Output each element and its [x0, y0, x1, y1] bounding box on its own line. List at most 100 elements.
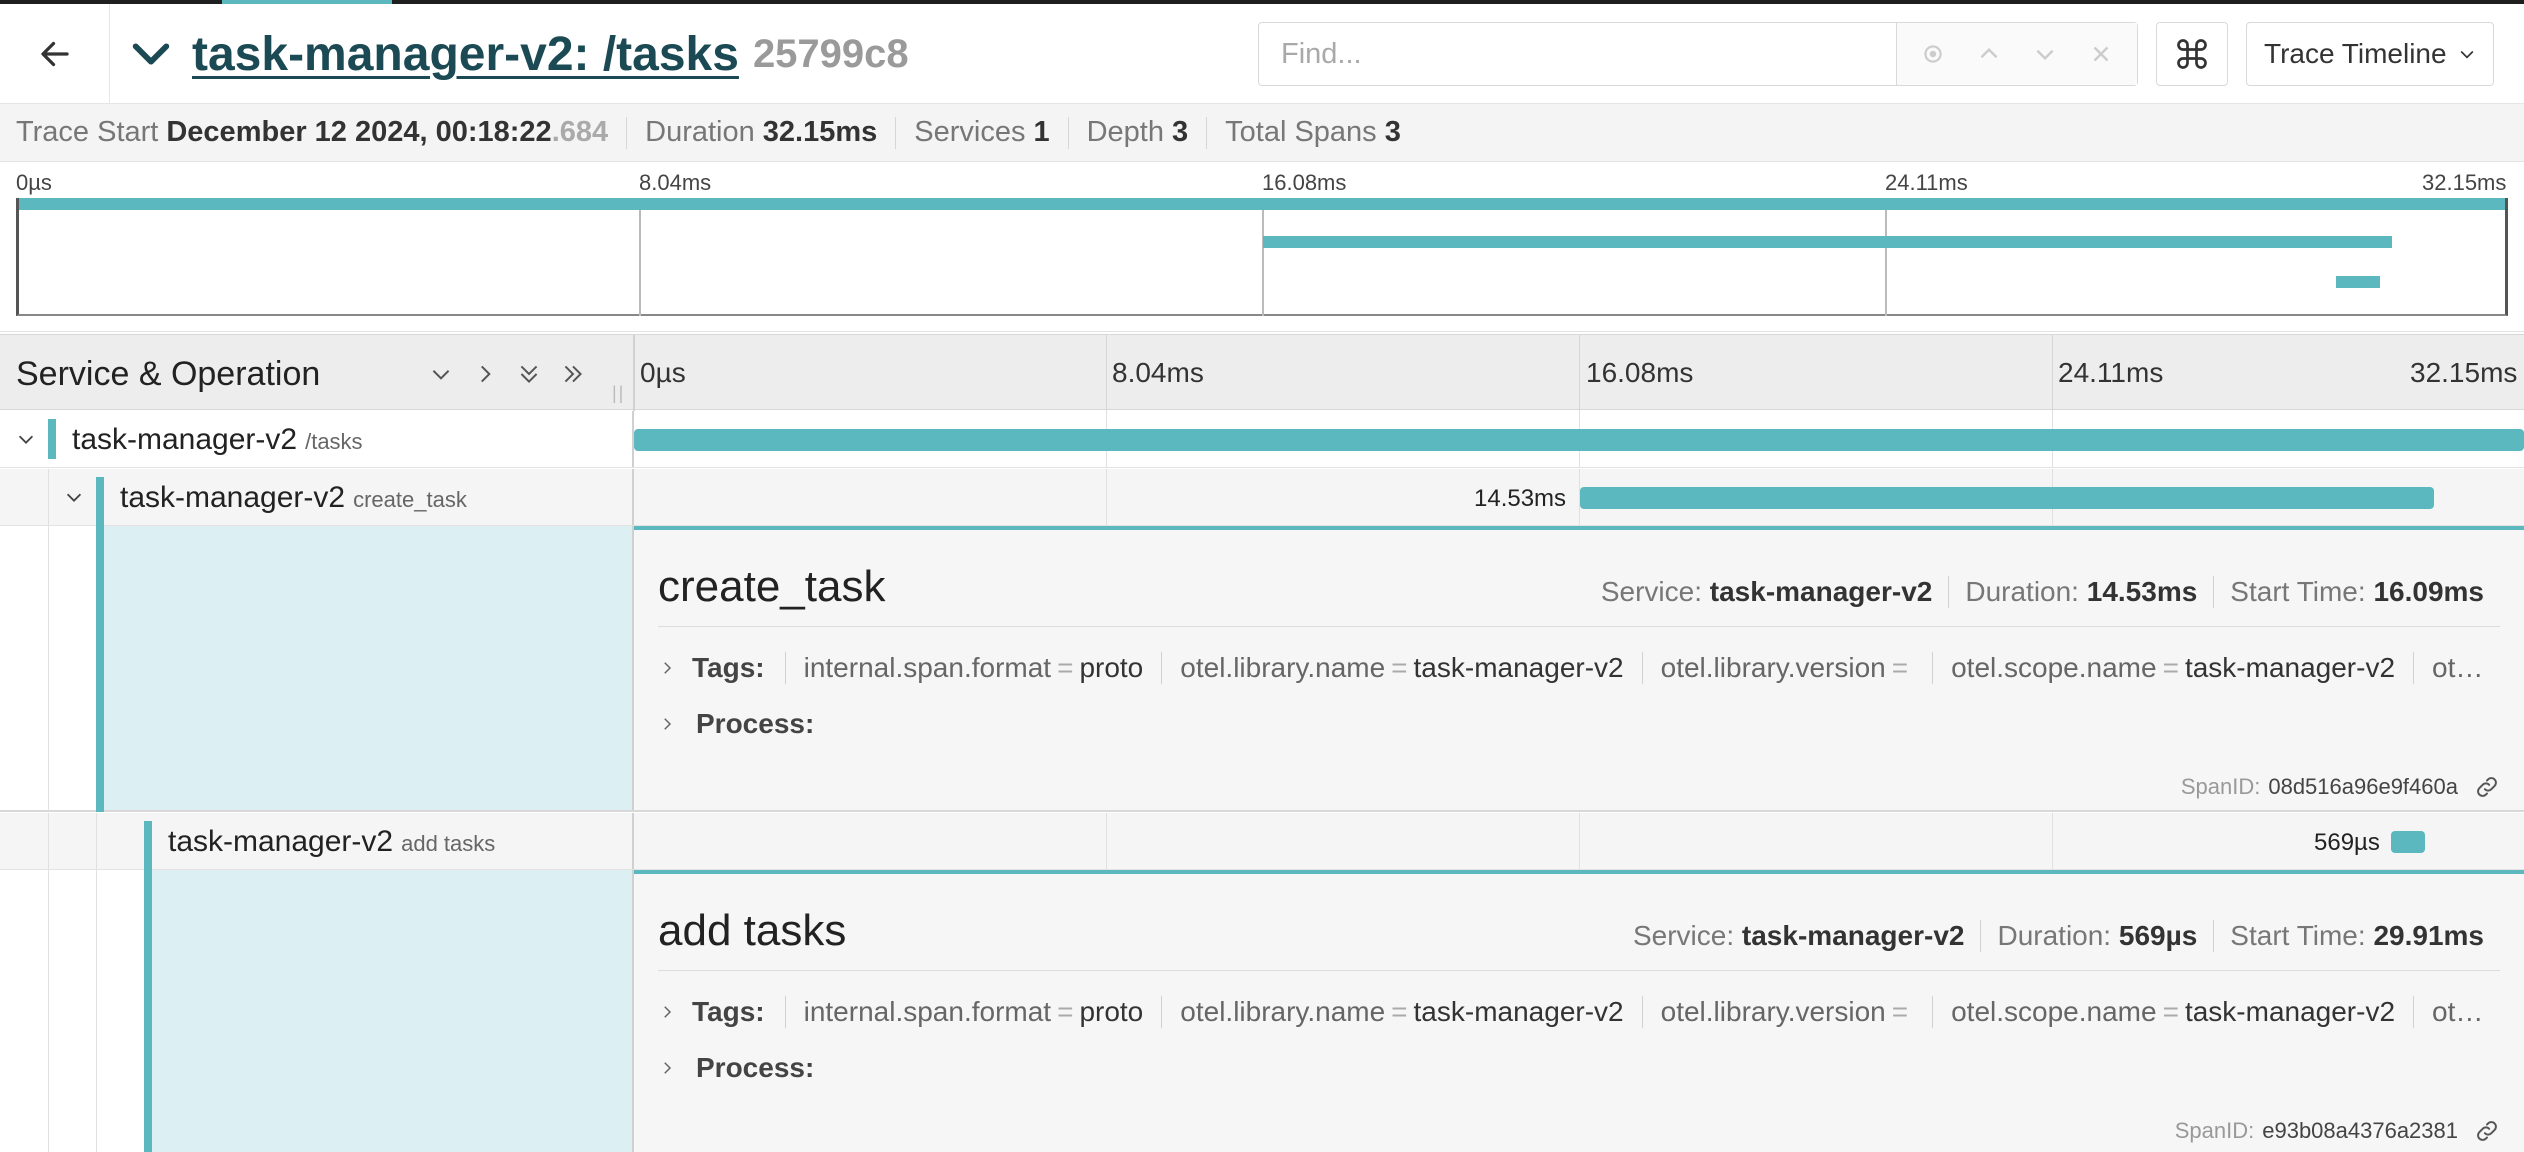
service-name: task-manager-v2: [168, 825, 394, 858]
tag-item: otel.library.name = task-manager-v2: [1161, 652, 1641, 684]
span-bar[interactable]: [2391, 831, 2425, 853]
expand-one-button[interactable]: [468, 357, 502, 391]
target-icon: [1924, 45, 1942, 63]
stat-label: Duration: [645, 116, 755, 148]
detail-service: Service: task-manager-v2: [1633, 920, 1981, 952]
locate-button[interactable]: [1913, 34, 1953, 74]
prev-match-button[interactable]: [1969, 34, 2009, 74]
chevron-right-icon[interactable]: [658, 1057, 680, 1079]
row-gridline: [1106, 813, 1107, 869]
tags-section[interactable]: Tags: internal.span.format = proto otel.li…: [658, 652, 2500, 684]
chevron-right-icon[interactable]: [658, 657, 676, 679]
chevron-down-icon: [66, 493, 82, 502]
stat-label: Trace Start: [16, 116, 159, 148]
collapse-one-button[interactable]: [424, 357, 458, 391]
span-row-label[interactable]: task-manager-v2 create_task: [0, 469, 634, 526]
collapse-all-button[interactable]: [512, 357, 546, 391]
timeline-tick: 32.15ms: [2410, 357, 2518, 388]
span-row-timeline[interactable]: [634, 411, 2524, 467]
span-row[interactable]: task-manager-v2 create_task 14.53ms: [0, 469, 2524, 526]
column-divider[interactable]: [633, 335, 635, 411]
span-detail: add tasks Service: task-manager-v2 Durat…: [0, 870, 2524, 1152]
minimap-tick: 0µs: [16, 170, 52, 195]
stat-depth: Depth 3: [1086, 116, 1208, 149]
tag-item: internal.span.format = proto: [784, 652, 1162, 684]
indent-guide: [48, 469, 49, 525]
stat-label: Depth: [1086, 116, 1164, 148]
tag-key: otel.library.name: [1180, 996, 1386, 1027]
timeline-gridline: [1106, 335, 1107, 411]
span-detail-title: add tasks: [658, 906, 847, 955]
timeline-tick: 24.11ms: [2058, 357, 2164, 388]
span-id-label: SpanID:: [2174, 1118, 2255, 1143]
tag-value: proto: [1079, 652, 1144, 683]
chevron-down-icon[interactable]: [128, 31, 174, 77]
meta-value: task-manager-v2: [1741, 920, 1965, 951]
timeline-tick: 0µs: [640, 357, 686, 388]
find-input[interactable]: [1259, 23, 1897, 85]
trace-minimap[interactable]: 0µs 8.04ms 16.08ms 24.11ms 32.15ms: [0, 162, 2524, 332]
meta-value: 16.09ms: [2373, 576, 2484, 607]
meta-value: 569µs: [2118, 920, 2198, 951]
tag-value: task-manager-v2: [1413, 652, 1624, 683]
span-toggle[interactable]: [60, 483, 88, 511]
process-section[interactable]: Process:: [658, 708, 2500, 740]
span-row-label[interactable]: task-manager-v2/tasks: [0, 411, 634, 467]
span-id-value: e93b08a4376a2381: [2262, 1118, 2458, 1143]
chevron-right-icon[interactable]: [658, 1001, 676, 1023]
stat-value: 3: [1384, 116, 1401, 148]
minimap-tick: 16.08ms: [1262, 170, 1347, 195]
span-duration-label: 569µs: [2314, 829, 2380, 856]
tags-section[interactable]: Tags: internal.span.format = proto otel.li…: [658, 996, 2500, 1028]
span-service-color: [144, 870, 152, 1152]
span-bar[interactable]: [1580, 487, 2434, 509]
view-select[interactable]: Trace Timeline: [2246, 22, 2494, 86]
process-section[interactable]: Process:: [658, 1052, 2500, 1084]
span-detail-meta: Service: task-manager-v2 Duration: 569µs…: [1633, 920, 2500, 952]
clear-find-button[interactable]: [2081, 34, 2121, 74]
process-label: Process:: [696, 708, 815, 739]
keyboard-shortcuts-button[interactable]: [2156, 22, 2228, 86]
span-row-timeline[interactable]: 569µs: [634, 813, 2524, 869]
column-resizer[interactable]: ||: [612, 383, 625, 404]
span-service-color: [96, 477, 104, 526]
tag-key: otel.library.name: [1180, 652, 1386, 683]
span-row-timeline[interactable]: 14.53ms: [634, 469, 2524, 525]
trace-title-link[interactable]: task-manager-v2: /tasks: [192, 27, 739, 82]
tag-key: internal.span.format: [803, 996, 1052, 1027]
tag-item: otel.library.version =: [1641, 996, 1932, 1028]
span-bar[interactable]: [634, 429, 2524, 451]
link-icon[interactable]: [2474, 1118, 2500, 1144]
chevron-down-icon: [432, 370, 450, 380]
link-icon[interactable]: [2474, 774, 2500, 800]
service-name: task-manager-v2: [120, 481, 346, 514]
detail-service: Service: task-manager-v2: [1601, 576, 1949, 608]
next-match-button[interactable]: [2025, 34, 2065, 74]
tag-item: otel.library.name = task-manager-v2: [1161, 996, 1641, 1028]
detail-duration: Duration: 14.53ms: [1948, 576, 2213, 608]
span-id-label: SpanID:: [2180, 774, 2261, 799]
tag-value: task-manager-v2: [2184, 996, 2396, 1027]
stat-value: 32.15ms: [762, 116, 878, 148]
chevron-right-icon[interactable]: [658, 713, 680, 735]
timeline-tick: 8.04ms: [1112, 357, 1204, 388]
span-row[interactable]: task-manager-v2 add tasks 569µs: [0, 813, 2524, 870]
span-detail: create_task Service: task-manager-v2 Dur…: [0, 526, 2524, 812]
span-row[interactable]: task-manager-v2/tasks: [0, 411, 2524, 468]
minimap-tick: 8.04ms: [639, 170, 712, 195]
tag-key: internal.span.format: [803, 652, 1052, 683]
row-gridline: [2052, 813, 2053, 869]
span-toggle[interactable]: [12, 425, 40, 453]
tag-key: otel.library.version: [1660, 996, 1886, 1027]
span-row-label[interactable]: task-manager-v2 add tasks: [0, 813, 634, 870]
span-id-row: SpanID: e93b08a4376a2381: [2175, 1118, 2500, 1144]
tag-item: otel.library.version =: [1641, 652, 1932, 684]
stat-value: 1: [1033, 116, 1050, 148]
tag-item: internal.span.format = proto: [784, 996, 1162, 1028]
back-button[interactable]: [0, 4, 110, 104]
span-service-color: [48, 419, 56, 459]
span-duration-label: 14.53ms: [1474, 485, 1567, 512]
expand-all-button[interactable]: [556, 357, 590, 391]
chevron-up-icon: [1980, 47, 1998, 59]
span-service-name: task-manager-v2 create_task: [120, 481, 467, 515]
